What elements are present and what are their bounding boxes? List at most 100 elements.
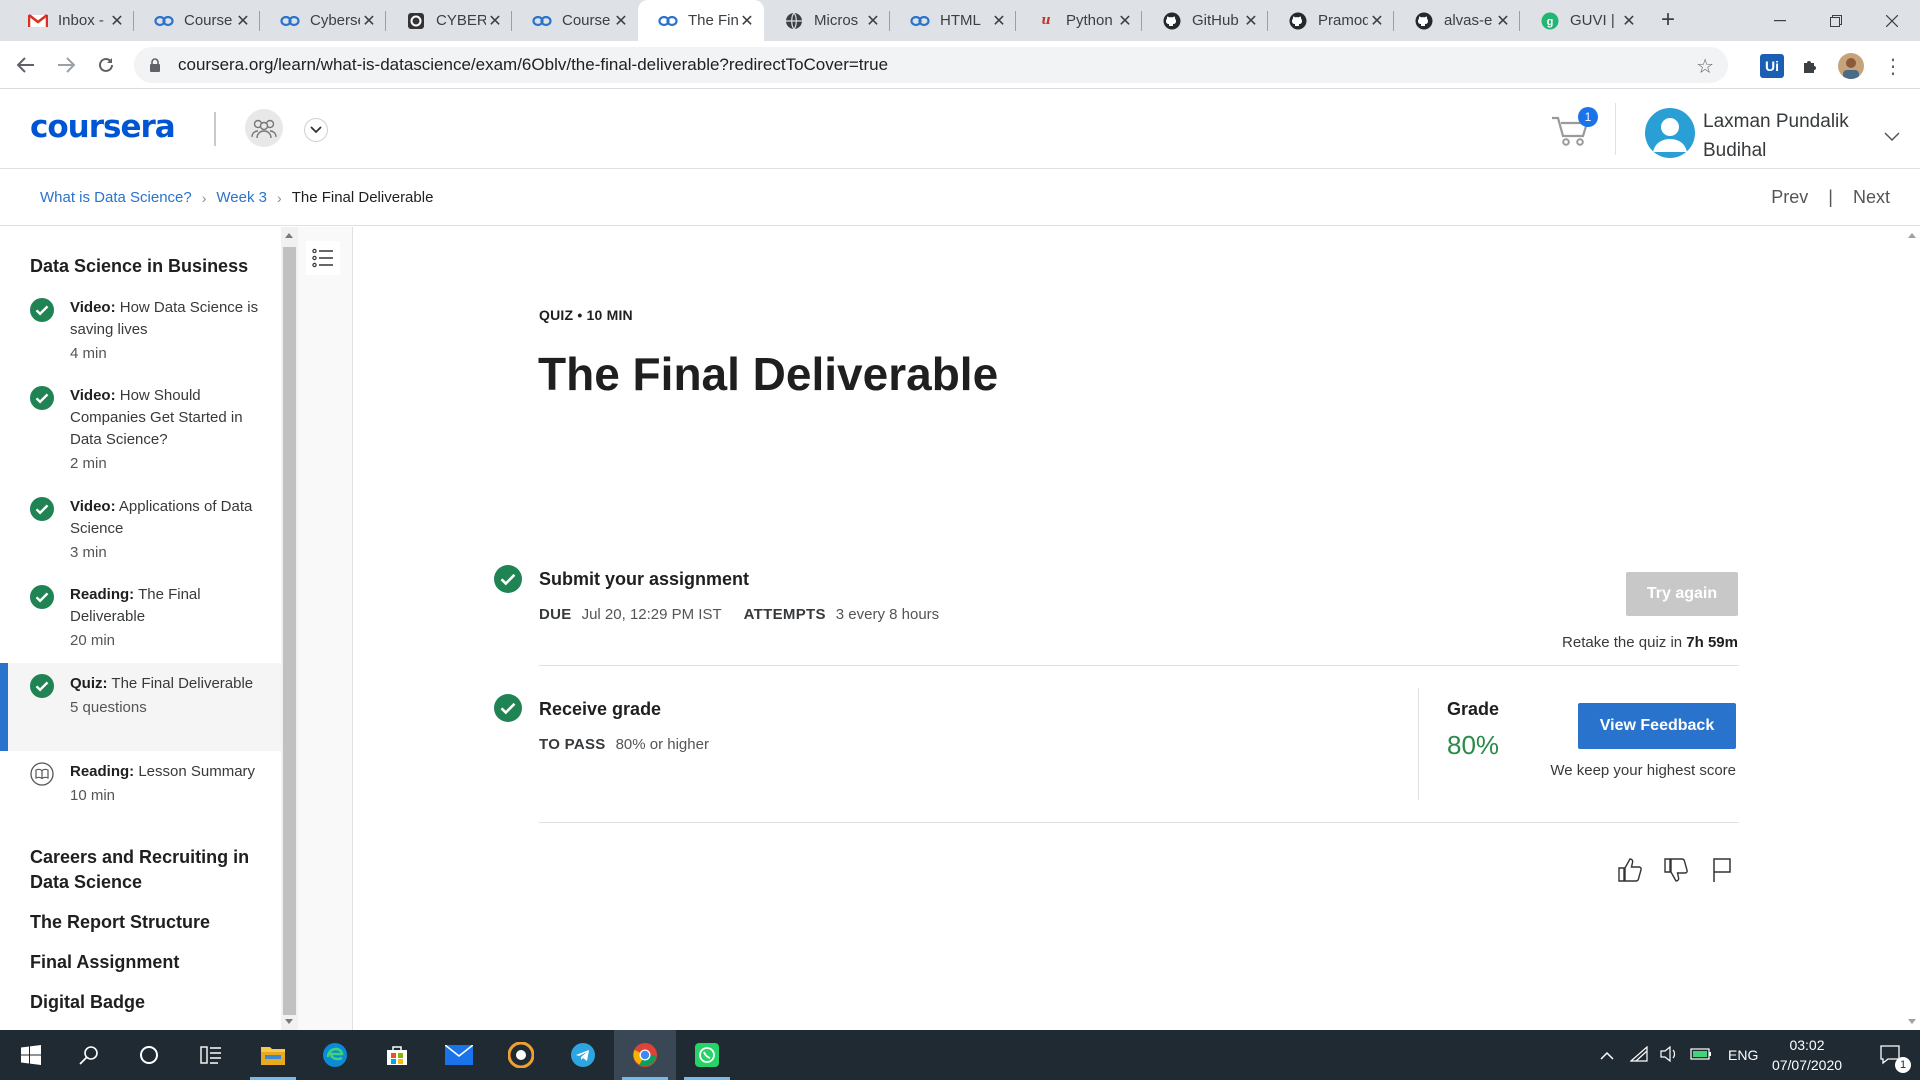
sidebar-item-quiz-final-deliverable[interactable]: Quiz: The Final Deliverable 5 questions [0, 663, 281, 751]
section-final-assignment[interactable]: Final Assignment [30, 950, 250, 975]
mail-icon[interactable] [428, 1030, 490, 1080]
view-feedback-button[interactable]: View Feedback [1578, 703, 1736, 749]
tab-guvi[interactable]: g GUVI | ✕ [1520, 0, 1646, 41]
minimize-button[interactable] [1752, 0, 1808, 41]
close-tab-icon[interactable]: ✕ [864, 11, 882, 31]
media-player-icon[interactable] [490, 1030, 552, 1080]
close-tab-icon[interactable]: ✕ [108, 11, 126, 31]
user-name[interactable]: Laxman Pundalik Budihal [1703, 107, 1883, 165]
scroll-down-arrow[interactable] [285, 1019, 293, 1024]
close-tab-icon[interactable]: ✕ [360, 11, 378, 31]
sidebar-item-video-saving-lives[interactable]: Video: How Data Science is saving lives 4… [0, 287, 281, 375]
edge-icon[interactable] [304, 1030, 366, 1080]
flag-icon[interactable] [1708, 855, 1736, 885]
coursera-logo[interactable]: coursera [30, 109, 176, 145]
page-scrollbar[interactable] [1903, 227, 1920, 1030]
sidebar-item-video-companies[interactable]: Video: How Should Companies Get Started … [0, 375, 281, 487]
section-careers[interactable]: Careers and Recruiting in Data Science [30, 845, 250, 895]
windows-start-icon[interactable] [0, 1030, 62, 1080]
tab-course-2[interactable]: Course ✕ [512, 0, 638, 41]
site-header: coursera 1 Laxman Pundalik Budihal [0, 89, 1920, 169]
section-report-structure[interactable]: The Report Structure [30, 910, 250, 935]
breadcrumb-course[interactable]: What is Data Science? [40, 189, 192, 206]
volume-icon[interactable] [1660, 1045, 1678, 1065]
forward-button[interactable] [52, 51, 80, 79]
action-center-icon[interactable]: 1 [1862, 1030, 1920, 1080]
telegram-icon[interactable] [552, 1030, 614, 1080]
tab-alvas[interactable]: alvas-e ✕ [1394, 0, 1520, 41]
grade-meta: TO PASS 80% or higher [539, 736, 731, 753]
tab-the-final-deliverable[interactable]: The Fin ✕ [638, 0, 764, 41]
task-view-icon[interactable] [180, 1030, 242, 1080]
sidebar-item-reading-final-deliverable[interactable]: Reading: The Final Deliverable 20 min [0, 574, 281, 663]
section-digital-badge[interactable]: Digital Badge [30, 990, 250, 1015]
next-button[interactable]: Next [1853, 187, 1890, 208]
tab-html[interactable]: HTML ✕ [890, 0, 1016, 41]
scroll-down-arrow[interactable] [1908, 1019, 1916, 1024]
chevron-down-icon[interactable] [1884, 129, 1900, 147]
close-tab-icon[interactable]: ✕ [486, 11, 504, 31]
close-tab-icon[interactable]: ✕ [234, 11, 252, 31]
chrome-icon[interactable] [614, 1030, 676, 1080]
chevron-up-icon[interactable] [1600, 1047, 1614, 1063]
sidebar-item-video-applications[interactable]: Video: Applications of Data Science 3 min [0, 486, 281, 574]
tab-microsoft[interactable]: Micros ✕ [764, 0, 890, 41]
reading-book-icon [30, 762, 54, 786]
tab-pramod[interactable]: Pramod ✕ [1268, 0, 1394, 41]
header-divider [214, 112, 216, 146]
tab-gmail[interactable]: Inbox - ✕ [8, 0, 134, 41]
user-avatar[interactable] [1645, 108, 1695, 158]
prev-button[interactable]: Prev [1771, 187, 1808, 208]
thumbs-down-icon[interactable] [1662, 855, 1690, 885]
whatsapp-icon[interactable] [676, 1030, 738, 1080]
close-tab-icon[interactable]: ✕ [738, 11, 756, 31]
back-button[interactable] [12, 51, 40, 79]
close-tab-icon[interactable]: ✕ [1116, 11, 1134, 31]
extensions-puzzle-icon[interactable] [1798, 53, 1824, 79]
chevron-down-icon[interactable] [304, 118, 328, 142]
tab-github[interactable]: GitHub ✕ [1142, 0, 1268, 41]
sidebar-scrollbar[interactable] [281, 227, 298, 1030]
file-explorer-icon[interactable] [242, 1030, 304, 1080]
try-again-button[interactable]: Try again [1626, 572, 1738, 616]
close-tab-icon[interactable]: ✕ [612, 11, 630, 31]
profile-avatar[interactable] [1838, 53, 1864, 79]
to-pass-value: 80% or higher [615, 736, 709, 753]
scroll-up-arrow[interactable] [285, 233, 293, 238]
new-tab-button[interactable]: + [1655, 8, 1681, 34]
search-icon[interactable] [58, 1030, 120, 1080]
address-bar[interactable]: coursera.org/learn/what-is-datascience/e… [134, 47, 1728, 83]
battery-icon[interactable] [1690, 1047, 1712, 1063]
grade-label: Grade [1447, 699, 1500, 719]
chrome-menu-icon[interactable]: ⋮ [1880, 53, 1906, 79]
restore-button[interactable] [1808, 0, 1864, 41]
sidebar-item-reading-lesson-summary[interactable]: Reading: Lesson Summary 10 min [0, 751, 281, 839]
tab-cybersecurity[interactable]: Cyberse ✕ [260, 0, 386, 41]
wifi-icon[interactable] [1629, 1045, 1648, 1065]
close-tab-icon[interactable]: ✕ [1242, 11, 1260, 31]
breadcrumb-week[interactable]: Week 3 [216, 189, 267, 206]
tab-python[interactable]: u Python ✕ [1016, 0, 1142, 41]
scrollbar-thumb[interactable] [283, 247, 296, 1015]
tab-course-1[interactable]: Course ✕ [134, 0, 260, 41]
store-icon[interactable] [366, 1030, 428, 1080]
system-clock[interactable]: 03:02 07/07/2020 [1757, 1035, 1857, 1075]
language-indicator[interactable]: ENG [1728, 1047, 1758, 1063]
close-tab-icon[interactable]: ✕ [1494, 11, 1512, 31]
ui-extension-icon[interactable]: Ui [1760, 54, 1784, 78]
learners-group-icon[interactable] [245, 109, 283, 147]
cortana-icon[interactable] [118, 1030, 180, 1080]
toc-list-icon[interactable] [306, 241, 340, 275]
to-pass-label: TO PASS [539, 736, 606, 753]
close-tab-icon[interactable]: ✕ [990, 11, 1008, 31]
close-tab-icon[interactable]: ✕ [1620, 11, 1638, 31]
tab-cyber-site[interactable]: CYBERS ✕ [386, 0, 512, 41]
section-title[interactable]: Data Science in Business [30, 254, 250, 279]
scroll-up-arrow[interactable] [1908, 233, 1916, 238]
close-tab-icon[interactable]: ✕ [1368, 11, 1386, 31]
bookmark-star-icon[interactable]: ☆ [1696, 54, 1714, 79]
close-window-button[interactable] [1864, 0, 1920, 41]
reload-button[interactable] [92, 51, 120, 79]
check-circle-icon [30, 298, 54, 322]
thumbs-up-icon[interactable] [1616, 855, 1644, 885]
